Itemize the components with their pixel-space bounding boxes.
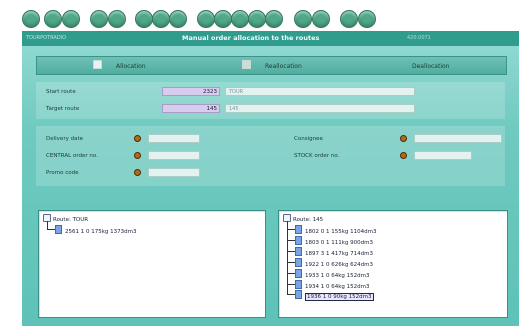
title-right: 420.0071 [407, 35, 431, 41]
tree-connector [287, 229, 295, 230]
toolbar-button[interactable] [248, 10, 266, 28]
stock-order-label: STOCK order no. [294, 153, 340, 159]
order-icon [295, 280, 302, 289]
routes-section: Start route 2323 TOUR Target route 145 1… [36, 82, 505, 119]
start-route-description: TOUR [225, 87, 415, 96]
toolbar-buttons [22, 10, 519, 32]
toolbar-button[interactable] [265, 10, 283, 28]
tree-root-label: Route: TOUR [53, 217, 89, 223]
toolbar-button[interactable] [358, 10, 376, 28]
tree-item-label: 1897 3 1 417kg 714dm3 [305, 251, 374, 257]
order-icon [295, 247, 302, 256]
target-route-description: 145 [225, 104, 415, 113]
consignee-label: Consignee [294, 136, 323, 142]
toolbar-button[interactable] [62, 10, 80, 28]
start-route-tree[interactable]: Route: TOUR 2561 1 0 175kg 1373dm3 [38, 210, 266, 318]
stock-order-indicator-icon [400, 152, 407, 159]
toolbar-button[interactable] [22, 10, 40, 28]
tree-connector [287, 240, 295, 241]
target-route-tree[interactable]: Route: 145 1802 0 1 155kg 1104dm3 1803 0… [278, 210, 508, 318]
toolbar-button[interactable] [340, 10, 358, 28]
mode-allocation[interactable]: Allocation [93, 60, 146, 70]
mode-deallocation[interactable]: Deallocation [389, 60, 449, 70]
tree-item-label: 1922 1 0 626kg 624dm3 [305, 262, 374, 268]
start-route-label: Start route [46, 89, 76, 95]
delivery-date-indicator-icon [134, 135, 141, 142]
mode-allocation-label: Allocation [116, 63, 146, 70]
tree-item[interactable]: 1934 1 0 64kg 152dm3 [295, 280, 370, 290]
tree-connector [287, 262, 295, 263]
title-left: TOURPOTRADIO [26, 35, 67, 41]
tree-root[interactable]: Route: TOUR [43, 214, 88, 223]
target-route-input[interactable]: 145 [162, 104, 220, 113]
tree-root-label: Route: 145 [293, 217, 324, 223]
tree-connector [47, 229, 55, 230]
toolbar-button[interactable] [312, 10, 330, 28]
tree-connector [287, 284, 295, 285]
tree-item-selected[interactable]: 1936 1 0 90kg 152dm3 [295, 290, 374, 301]
delivery-date-label: Delivery date [46, 136, 83, 142]
order-icon [55, 225, 62, 234]
order-icon [295, 290, 302, 299]
promo-code-indicator-icon [134, 169, 141, 176]
tree-connector [287, 273, 295, 274]
toolbar-button[interactable] [214, 10, 232, 28]
tree-connector [287, 294, 295, 295]
window-title-bar: TOURPOTRADIO Manual order allocation to … [22, 31, 519, 46]
order-icon [295, 258, 302, 267]
tree-item-label: 2561 1 0 175kg 1373dm3 [65, 229, 137, 235]
reallocation-checkbox[interactable] [242, 60, 251, 69]
tree-item[interactable]: 1802 0 1 155kg 1104dm3 [295, 225, 377, 235]
toolbar-button[interactable] [152, 10, 170, 28]
toolbar-button[interactable] [294, 10, 312, 28]
tree-connector [287, 251, 295, 252]
tree-item-label: 1933 1 0 64kg 152dm3 [305, 273, 370, 279]
tree-item-label: 1802 0 1 155kg 1104dm3 [305, 229, 377, 235]
tree-item[interactable]: 1803 0 1 111kg 900dm3 [295, 236, 373, 246]
tree-item[interactable]: 2561 1 0 175kg 1373dm3 [55, 225, 137, 235]
delivery-date-input[interactable] [148, 134, 200, 143]
tree-item-label: 1936 1 0 90kg 152dm3 [305, 293, 374, 301]
tree-item[interactable]: 1897 3 1 417kg 714dm3 [295, 247, 373, 257]
mode-deallocation-label: Deallocation [412, 63, 450, 70]
tree-root[interactable]: Route: 145 [283, 214, 323, 223]
central-order-label: CENTRAL order no. [46, 153, 98, 159]
tree-connector [47, 221, 48, 229]
toolbar-button[interactable] [169, 10, 187, 28]
main-panel: Allocation Reallocation Deallocation Sta… [22, 46, 519, 326]
tree-item[interactable]: 1933 1 0 64kg 152dm3 [295, 269, 370, 279]
promo-code-label: Promo code [46, 170, 79, 176]
mode-reallocation[interactable]: Reallocation [242, 60, 302, 70]
filters-section: Delivery date CENTRAL order no. Promo co… [36, 126, 505, 186]
consignee-indicator-icon [400, 135, 407, 142]
window-title: Manual order allocation to the routes [182, 34, 320, 42]
toolbar-button[interactable] [231, 10, 249, 28]
target-route-label: Target route [46, 106, 80, 112]
stock-order-input[interactable] [414, 151, 472, 160]
consignee-input[interactable] [414, 134, 502, 143]
tree-item-label: 1803 0 1 111kg 900dm3 [305, 240, 374, 246]
start-route-input[interactable]: 2323 [162, 87, 220, 96]
mode-reallocation-label: Reallocation [265, 63, 302, 70]
toolbar-button[interactable] [44, 10, 62, 28]
toolbar-button[interactable] [135, 10, 153, 28]
central-order-indicator-icon [134, 152, 141, 159]
order-icon [295, 269, 302, 278]
toolbar-button[interactable] [90, 10, 108, 28]
toolbar-button[interactable] [108, 10, 126, 28]
order-icon [295, 225, 302, 234]
allocation-checkbox[interactable] [93, 60, 102, 69]
mode-selector: Allocation Reallocation Deallocation [36, 56, 507, 75]
order-icon [295, 236, 302, 245]
tree-item[interactable]: 1922 1 0 626kg 624dm3 [295, 258, 373, 268]
promo-code-input[interactable] [148, 168, 200, 177]
toolbar-button[interactable] [197, 10, 215, 28]
central-order-input[interactable] [148, 151, 200, 160]
